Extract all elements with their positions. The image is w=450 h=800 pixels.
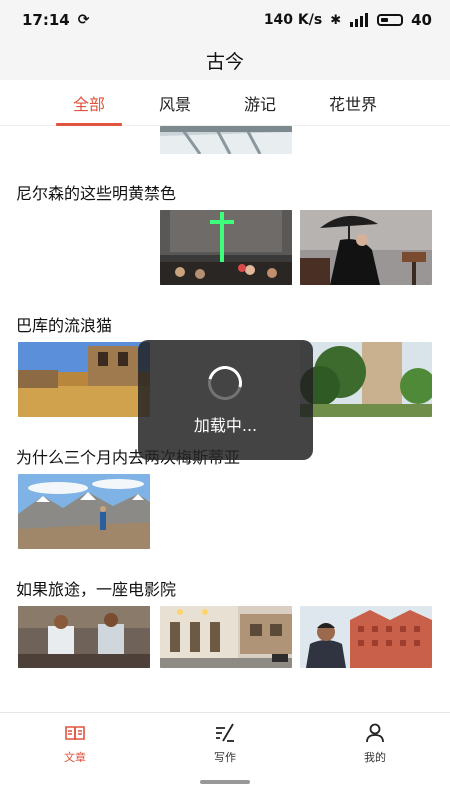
article-title: 尼尔森的这些明黄禁色 <box>16 184 177 203</box>
loading-toast: 加载中... <box>138 340 313 460</box>
tab-travelogue[interactable]: 游记 <box>240 80 280 126</box>
nav-write[interactable]: 写作 <box>180 721 270 765</box>
status-bar: 17:14 ⟳ 140 K/s ✱ 40 <box>0 0 450 40</box>
user-icon <box>366 723 384 743</box>
home-indicator[interactable] <box>200 780 250 784</box>
nav-profile[interactable]: 我的 <box>330 721 420 765</box>
page-title: 古今 <box>205 50 244 73</box>
status-time: 17:14 <box>22 11 70 29</box>
app-header: 古今 <box>0 40 450 80</box>
nav-articles-label: 文章 <box>64 751 86 764</box>
boys-sitting-photo[interactable] <box>18 606 150 668</box>
woman-with-umbrella-photo[interactable] <box>300 210 432 285</box>
old-town-street-photo[interactable] <box>18 342 150 417</box>
nav-profile-label: 我的 <box>364 751 386 764</box>
nav-articles[interactable]: 文章 <box>30 721 120 765</box>
bluetooth-icon: ✱ <box>330 12 342 28</box>
loading-spinner-icon <box>201 359 249 407</box>
list-item[interactable]: 为什么三个月内去两次梅斯蒂亚 <box>0 444 450 564</box>
network-speed: 140 K/s <box>263 12 323 28</box>
mountain-hiker-photo[interactable] <box>18 474 150 549</box>
church-interior-cross-photo[interactable] <box>160 210 292 285</box>
list-item[interactable]: 尼尔森的这些明黄禁色 <box>0 180 450 300</box>
pink-palace-man-photo[interactable] <box>300 606 432 668</box>
tab-scenery-label: 风景 <box>158 95 191 114</box>
battery-level: 40 <box>411 11 432 29</box>
tab-all[interactable]: 全部 <box>56 80 122 126</box>
tab-travelogue-label: 游记 <box>243 95 276 114</box>
tab-all-label: 全部 <box>72 95 105 114</box>
category-tabs: 全部 风景 游记 花世界 <box>0 80 450 126</box>
write-icon <box>216 723 234 742</box>
article-title: 巴库的流浪猫 <box>16 316 113 335</box>
bottom-nav: 文章 写作 我的 <box>0 712 450 800</box>
lit-street-building-photo[interactable] <box>160 606 292 668</box>
waterfall-photo[interactable] <box>160 126 292 154</box>
list-item[interactable]: 如果旅途，一座电影院 <box>0 576 450 696</box>
nav-write-label: 写作 <box>214 751 236 764</box>
tab-scenery[interactable]: 风景 <box>155 80 195 126</box>
book-icon <box>65 726 85 741</box>
tab-flower-world-label: 花世界 <box>328 95 377 114</box>
stone-tower-trees-photo[interactable] <box>300 342 432 417</box>
article-title: 如果旅途，一座电影院 <box>16 580 177 599</box>
battery-icon <box>377 14 404 26</box>
signal-icon <box>350 13 369 27</box>
tab-flower-world[interactable]: 花世界 <box>325 80 381 126</box>
sync-icon: ⟳ <box>77 12 90 28</box>
loading-text: 加载中... <box>193 416 258 435</box>
